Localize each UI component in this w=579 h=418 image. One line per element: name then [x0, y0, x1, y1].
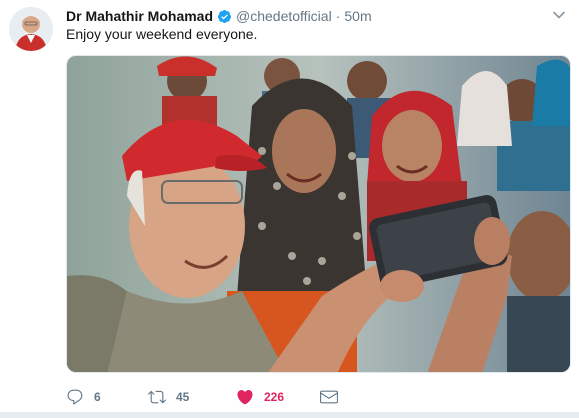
tweet-header: Dr Mahathir Mohamad @chedetofficial · 50…	[66, 7, 372, 25]
tweet-timestamp[interactable]: 50m	[344, 8, 371, 24]
tweet-text: Enjoy your weekend everyone.	[66, 26, 258, 42]
reply-count: 6	[94, 390, 101, 404]
author-handle[interactable]: @chedetofficial	[236, 8, 332, 24]
retweet-count: 45	[176, 390, 190, 404]
envelope-icon	[320, 388, 338, 406]
author-avatar[interactable]	[9, 7, 53, 51]
retweet-button[interactable]: 45	[148, 388, 236, 406]
retweet-icon	[148, 388, 166, 406]
tweet-card[interactable]: Dr Mahathir Mohamad @chedetofficial · 50…	[0, 0, 579, 412]
direct-message-button[interactable]	[320, 388, 338, 406]
tweet-photo[interactable]	[66, 55, 571, 373]
reply-icon	[66, 388, 84, 406]
heart-icon	[236, 388, 254, 406]
chevron-down-icon[interactable]	[552, 8, 566, 22]
reply-button[interactable]: 6	[66, 388, 148, 406]
verified-badge-icon	[217, 9, 232, 24]
timeline-divider	[0, 412, 579, 418]
author-name[interactable]: Dr Mahathir Mohamad	[66, 8, 213, 24]
tweet-actions: 6 45 226	[66, 387, 386, 407]
separator-dot: ·	[335, 8, 341, 24]
like-count: 226	[264, 390, 285, 404]
like-button[interactable]: 226	[236, 388, 320, 406]
